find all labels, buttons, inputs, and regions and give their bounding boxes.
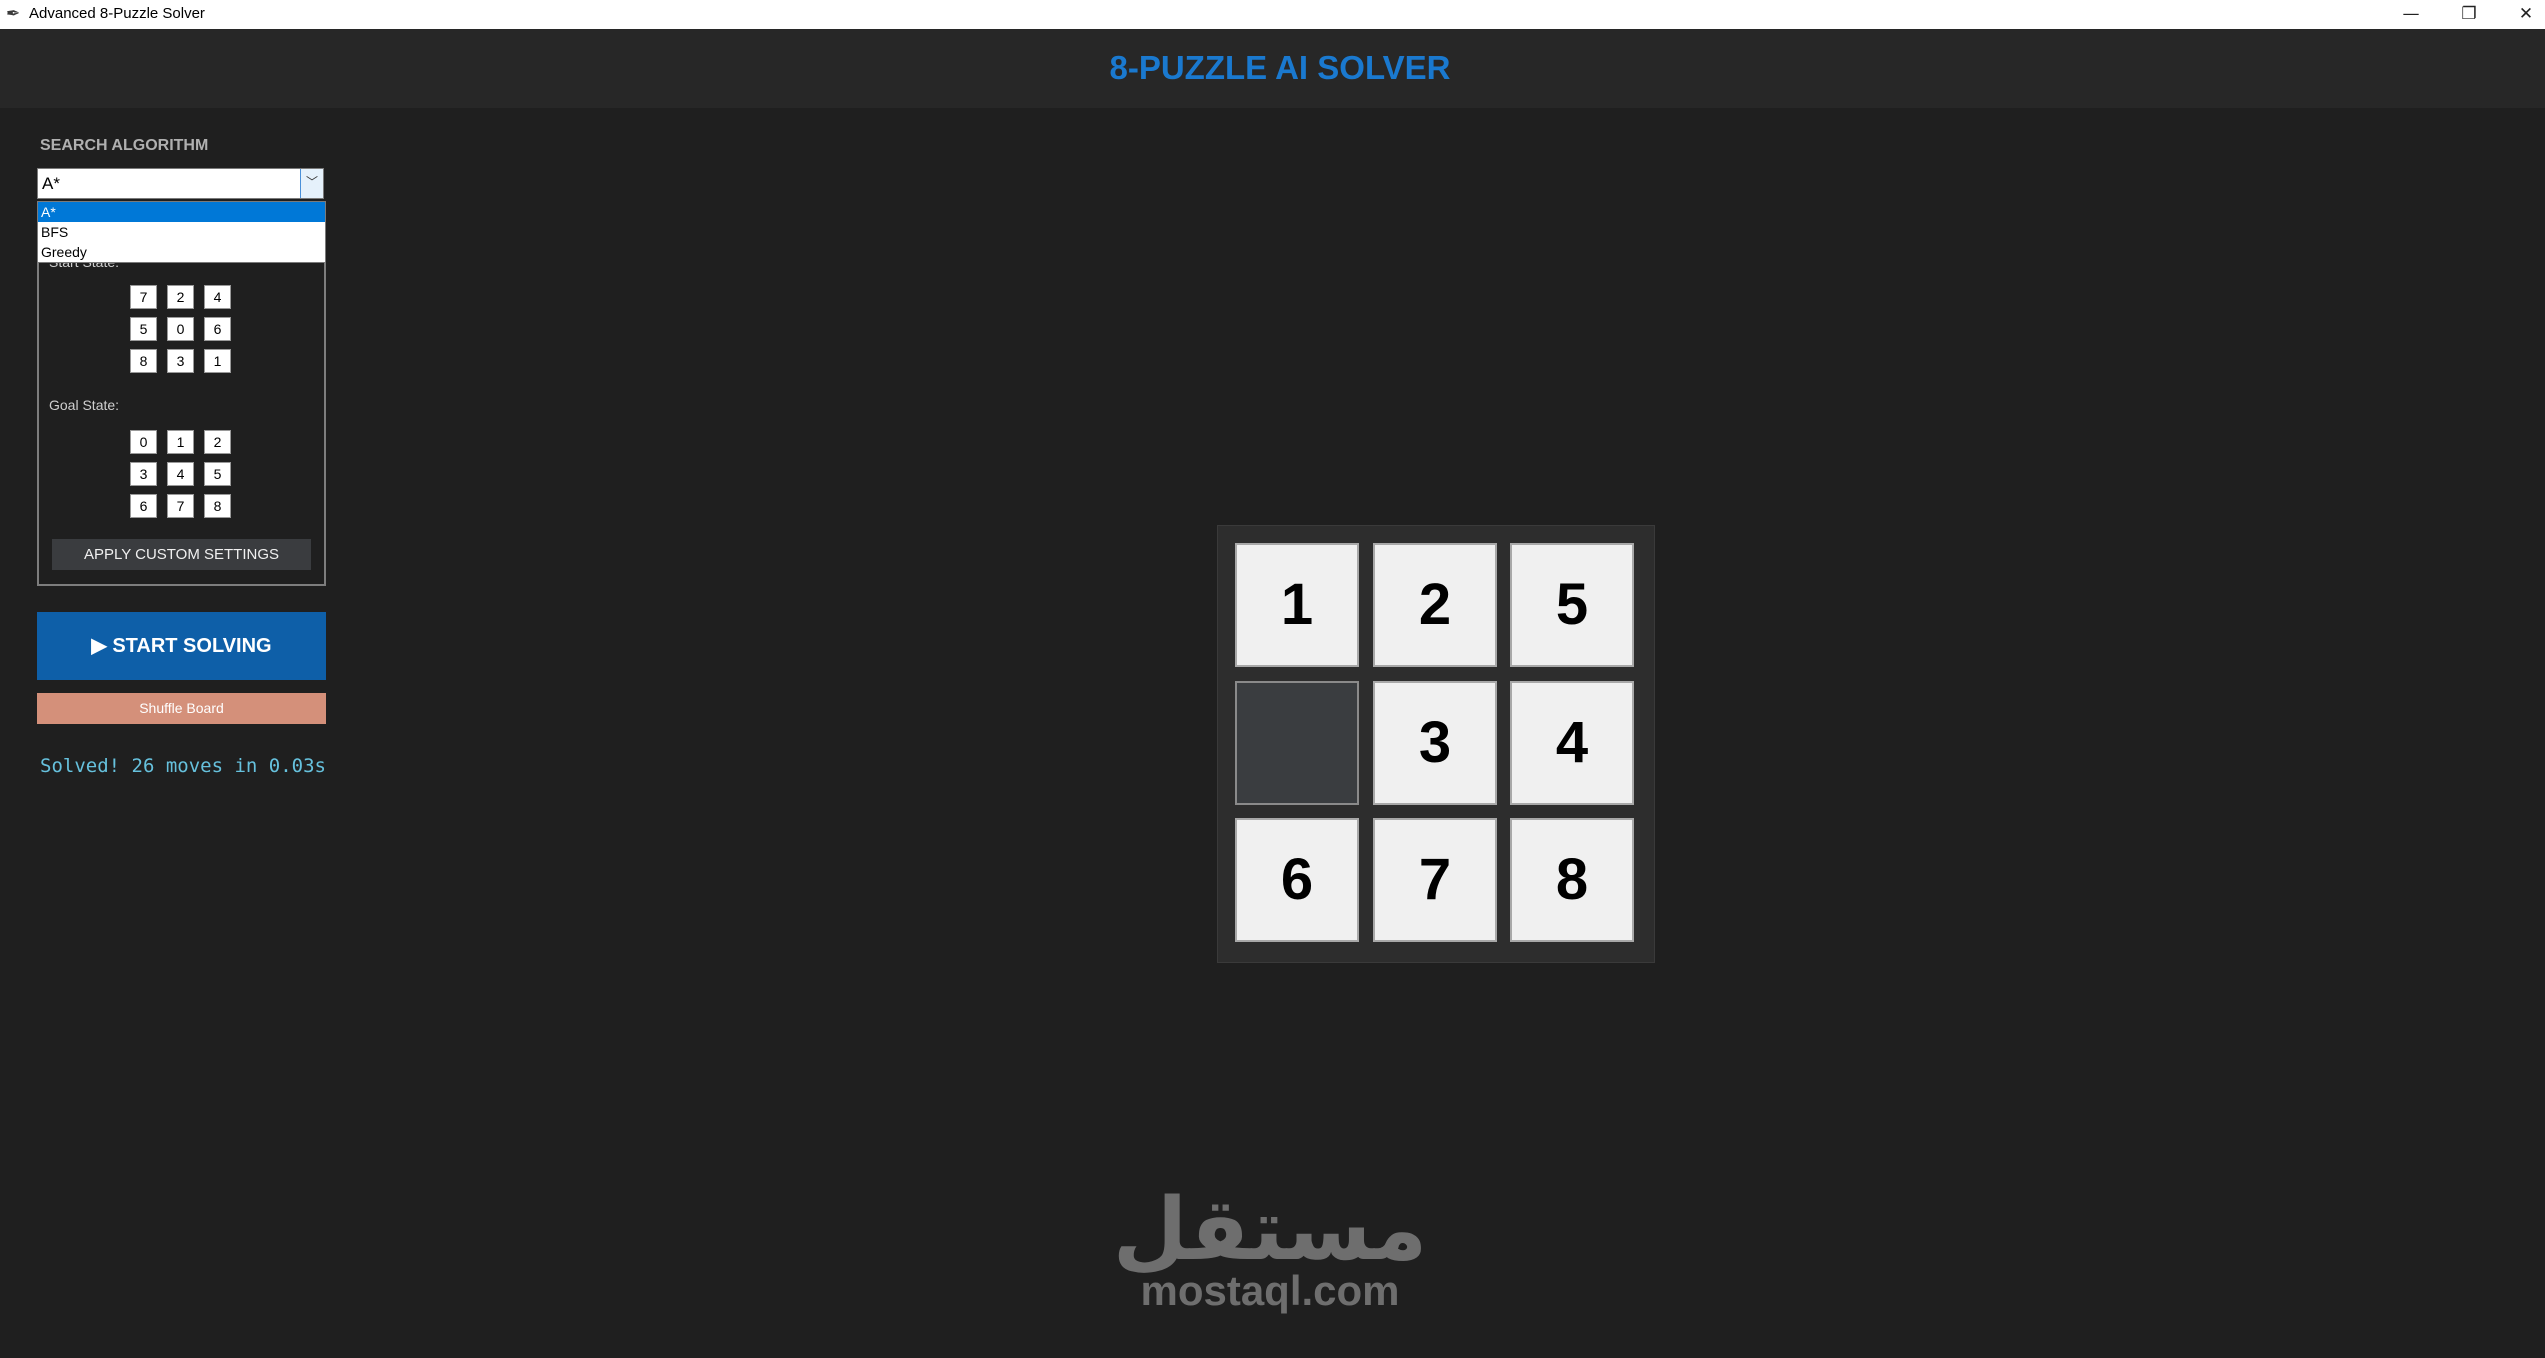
blank-tile[interactable] (1235, 681, 1359, 805)
goal-cell[interactable]: 4 (167, 462, 194, 486)
puzzle-tile[interactable]: 5 (1510, 543, 1634, 667)
puzzle-tile[interactable]: 4 (1510, 681, 1634, 805)
start-cell[interactable]: 7 (130, 285, 157, 309)
puzzle-tile[interactable]: 3 (1373, 681, 1497, 805)
goal-cell[interactable]: 0 (130, 430, 157, 454)
puzzle-tile[interactable]: 1 (1235, 543, 1359, 667)
start-cell[interactable]: 0 (167, 317, 194, 341)
app-header: 8-PUZZLE AI SOLVER (0, 29, 2545, 108)
status-text: Solved! 26 moves in 0.03s (40, 755, 326, 777)
algorithm-option-greedy[interactable]: Greedy (38, 242, 325, 262)
goal-cell[interactable]: 3 (130, 462, 157, 486)
goal-cell[interactable]: 5 (204, 462, 231, 486)
goal-state-grid: 0 1 2 3 4 5 6 7 8 (130, 430, 231, 518)
apply-custom-settings-button[interactable]: APPLY CUSTOM SETTINGS (52, 539, 311, 570)
puzzle-board: 1 2 5 3 4 6 7 8 (1217, 525, 1655, 963)
restore-button[interactable]: ❐ (2440, 0, 2498, 29)
start-cell[interactable]: 2 (167, 285, 194, 309)
close-button[interactable]: ✕ (2497, 0, 2545, 29)
puzzle-tile[interactable]: 2 (1373, 543, 1497, 667)
goal-cell[interactable]: 1 (167, 430, 194, 454)
window-title-bar: ✒ Advanced 8-Puzzle Solver — ❐ ✕ (0, 0, 2545, 29)
algorithm-label: SEARCH ALGORITHM (40, 137, 209, 154)
goal-cell[interactable]: 6 (130, 494, 157, 518)
watermark-arabic-text: مستقل (1112, 1180, 1428, 1280)
goal-cell[interactable]: 2 (204, 430, 231, 454)
algorithm-select[interactable]: A* ﹀ (37, 168, 324, 199)
start-cell[interactable]: 1 (204, 349, 231, 373)
app-title: 8-PUZZLE AI SOLVER (1109, 49, 1451, 86)
start-cell[interactable]: 5 (130, 317, 157, 341)
shuffle-board-button[interactable]: Shuffle Board (37, 693, 326, 724)
start-cell[interactable]: 3 (167, 349, 194, 373)
watermark-latin-text: mostaql.com (1140, 1267, 1400, 1314)
algorithm-option-astar[interactable]: A* (38, 202, 325, 222)
minimize-button[interactable]: — (2382, 0, 2440, 29)
algorithm-selected-value: A* (42, 174, 60, 193)
start-solving-button[interactable]: ▶ START SOLVING (37, 612, 326, 680)
algorithm-option-bfs[interactable]: BFS (38, 222, 325, 242)
goal-cell[interactable]: 8 (204, 494, 231, 518)
watermark-logo: مستقل mostaql.com (1110, 1185, 1430, 1313)
puzzle-tile[interactable]: 7 (1373, 818, 1497, 942)
algorithm-dropdown-list: A* BFS Greedy (37, 201, 326, 263)
window-title: Advanced 8-Puzzle Solver (29, 5, 205, 22)
start-state-grid: 7 2 4 5 0 6 8 3 1 (130, 285, 231, 373)
puzzle-tile[interactable]: 8 (1510, 818, 1634, 942)
goal-cell[interactable]: 7 (167, 494, 194, 518)
feather-icon: ✒ (6, 4, 21, 24)
puzzle-tile[interactable]: 6 (1235, 818, 1359, 942)
start-cell[interactable]: 4 (204, 285, 231, 309)
start-cell[interactable]: 6 (204, 317, 231, 341)
chevron-down-icon[interactable]: ﹀ (300, 169, 323, 198)
start-cell[interactable]: 8 (130, 349, 157, 373)
goal-state-label: Goal State: (49, 397, 120, 413)
